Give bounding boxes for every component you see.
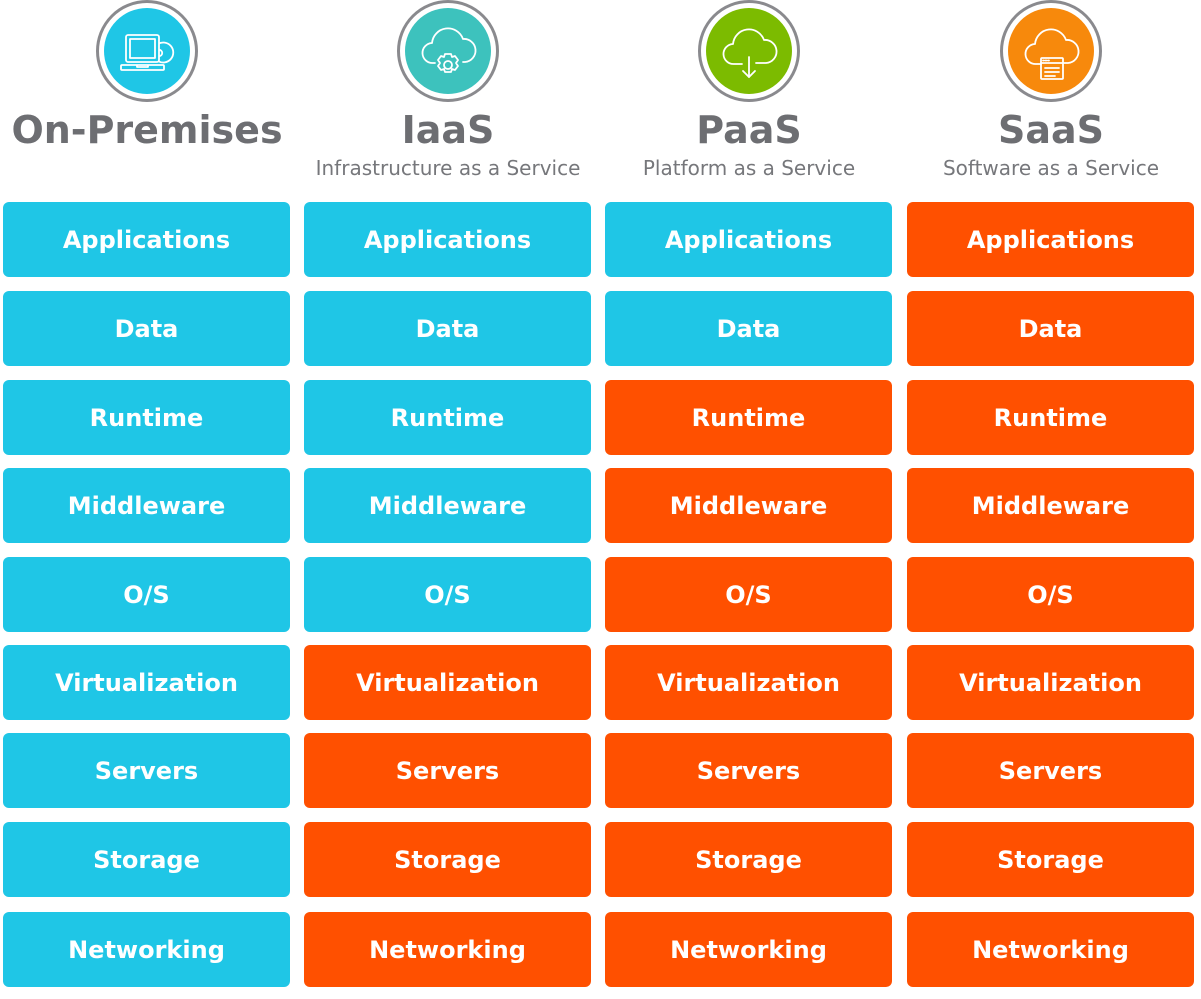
layer-data: Data	[3, 291, 290, 366]
layer-applications: Applications	[304, 202, 591, 277]
layer-middleware: Middleware	[907, 468, 1194, 543]
layer-os: O/S	[907, 557, 1194, 632]
layer-servers: Servers	[605, 733, 892, 808]
icon-disc	[1008, 8, 1094, 94]
layer-storage: Storage	[3, 822, 290, 897]
layer-virtualization: Virtualization	[907, 645, 1194, 720]
column-paas: PaaS Platform as a Service Applications …	[605, 0, 893, 999]
column-subtitle: Infrastructure as a Service	[315, 156, 581, 180]
layer-data: Data	[907, 291, 1194, 366]
layer-runtime: Runtime	[304, 380, 591, 455]
icon-disc	[405, 8, 491, 94]
column-subtitle: Platform as a Service	[642, 156, 856, 180]
column-title: SaaS	[997, 108, 1105, 152]
column-saas: SaaS Software as a Service Applications …	[907, 0, 1195, 999]
layer-networking: Networking	[304, 912, 591, 987]
layer-storage: Storage	[304, 822, 591, 897]
layer-servers: Servers	[3, 733, 290, 808]
layer-runtime: Runtime	[605, 380, 892, 455]
icon-badge	[397, 0, 499, 102]
layer-runtime: Runtime	[907, 380, 1194, 455]
layer-virtualization: Virtualization	[605, 645, 892, 720]
layer-virtualization: Virtualization	[304, 645, 591, 720]
layer-applications: Applications	[605, 202, 892, 277]
column-title: IaaS	[401, 108, 495, 152]
icon-badge	[1000, 0, 1102, 102]
cloud-window-icon	[1024, 28, 1080, 80]
layer-networking: Networking	[3, 912, 290, 987]
layer-runtime: Runtime	[3, 380, 290, 455]
layer-networking: Networking	[605, 912, 892, 987]
layer-middleware: Middleware	[605, 468, 892, 543]
layer-data: Data	[605, 291, 892, 366]
cloud-download-icon	[722, 28, 778, 78]
layer-middleware: Middleware	[3, 468, 290, 543]
layer-applications: Applications	[907, 202, 1194, 277]
layer-virtualization: Virtualization	[3, 645, 290, 720]
column-iaas: IaaS Infrastructure as a Service Applica…	[304, 0, 592, 999]
layer-storage: Storage	[907, 822, 1194, 897]
layer-networking: Networking	[907, 912, 1194, 987]
icon-disc	[104, 8, 190, 94]
column-on-premises: On-Premises Applications Data Runtime Mi…	[3, 0, 291, 999]
layer-storage: Storage	[605, 822, 892, 897]
layer-os: O/S	[304, 557, 591, 632]
cloud-gear-icon	[421, 27, 477, 73]
laptop-disc-icon	[120, 34, 175, 71]
icon-badge	[96, 0, 198, 102]
column-subtitle: Software as a Service	[942, 156, 1160, 180]
icon-badge	[698, 0, 800, 102]
column-title: On-Premises	[11, 108, 283, 152]
layer-servers: Servers	[304, 733, 591, 808]
layer-middleware: Middleware	[304, 468, 591, 543]
layer-data: Data	[304, 291, 591, 366]
layer-os: O/S	[605, 557, 892, 632]
icon-disc	[706, 8, 792, 94]
layer-applications: Applications	[3, 202, 290, 277]
layer-servers: Servers	[907, 733, 1194, 808]
layer-os: O/S	[3, 557, 290, 632]
column-title: PaaS	[696, 108, 802, 152]
